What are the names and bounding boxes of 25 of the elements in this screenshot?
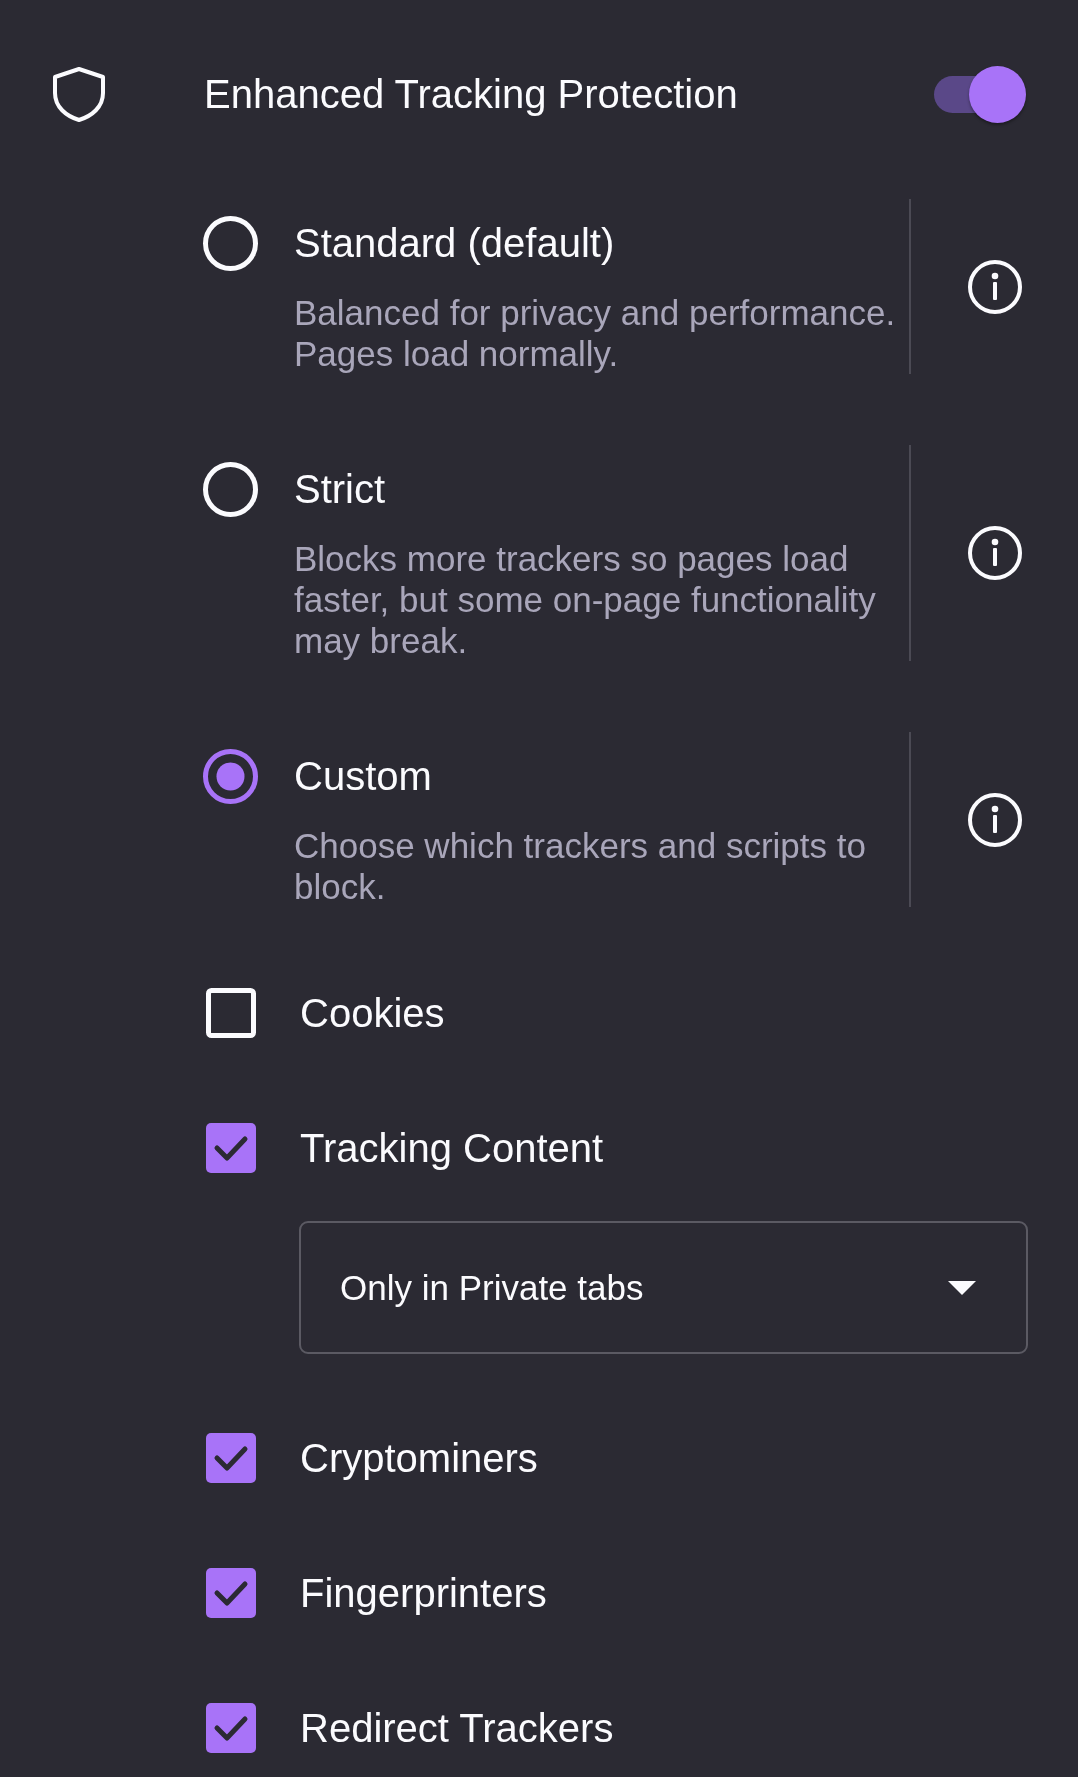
section-title: Enhanced Tracking Protection <box>204 71 739 118</box>
option-description: Balanced for privacy and performance. Pages load normally. <box>294 292 897 374</box>
checkbox[interactable] <box>206 1568 256 1618</box>
checkbox-label: Tracking Content <box>300 1125 604 1172</box>
checkbox[interactable] <box>206 1703 256 1753</box>
toggle-switch[interactable] <box>934 65 1026 123</box>
checkbox-label: Cryptominers <box>300 1435 538 1482</box>
info-icon[interactable] <box>967 526 1022 580</box>
checkbox[interactable] <box>206 1123 256 1173</box>
checkbox-label: Cookies <box>300 990 445 1037</box>
radio-button[interactable] <box>203 749 258 804</box>
dropdown[interactable]: Only in Private tabs <box>299 1221 1028 1354</box>
checkbox[interactable] <box>206 1433 256 1483</box>
option-description: Blocks more trackers so pages load faster, but some on-page functionality may break. <box>294 538 877 661</box>
shield-icon <box>53 66 105 122</box>
option-description: Choose which trackers and scripts to block. <box>294 825 867 907</box>
checkbox-label: Fingerprinters <box>300 1570 547 1617</box>
checkbox[interactable] <box>206 988 256 1038</box>
option-label: Strict <box>294 466 387 513</box>
checkbox-label: Redirect Trackers <box>300 1705 614 1752</box>
info-icon[interactable] <box>967 259 1022 314</box>
caret-icon <box>948 1280 976 1295</box>
option-label: Standard (default) <box>294 220 616 267</box>
info-icon[interactable] <box>967 792 1022 847</box>
option-label: Custom <box>294 753 433 800</box>
